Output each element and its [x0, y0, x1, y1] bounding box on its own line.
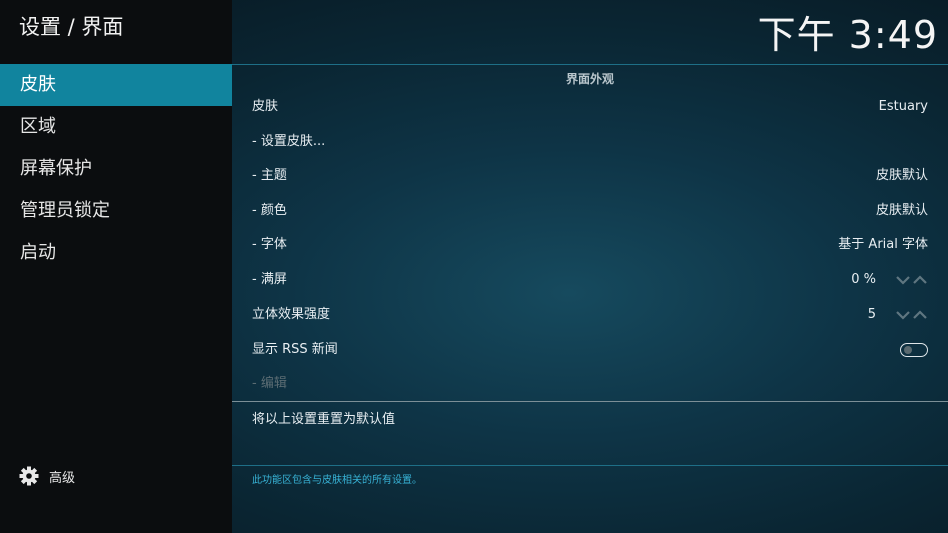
advanced-label: 高级 [49, 470, 76, 486]
chevron-down-up-icon[interactable] [896, 309, 928, 321]
setting-configure-skin[interactable]: - 设置皮肤... [252, 125, 928, 159]
setting-edit-rss: - 编辑 [252, 367, 928, 401]
sidebar: 设置 / 界面 皮肤 区域 屏幕保护 管理员锁定 启动 高级 [0, 0, 232, 533]
setting-value: 基于 Arial 字体 [838, 237, 928, 252]
sidebar-item-region[interactable]: 区域 [0, 106, 232, 148]
setting-description: 此功能区包含与皮肤相关的所有设置。 [252, 475, 422, 486]
gear-icon [19, 466, 39, 486]
setting-theme[interactable]: - 主题 皮肤默认 [252, 159, 928, 193]
setting-label: 皮肤 [252, 99, 279, 114]
toggle-knob [904, 346, 912, 354]
setting-font[interactable]: - 字体 基于 Arial 字体 [252, 228, 928, 262]
sidebar-item-screensaver[interactable]: 屏幕保护 [0, 148, 232, 190]
setting-value: 皮肤默认 [875, 203, 928, 218]
clock: 下午 3:49 [757, 13, 938, 57]
setting-colors[interactable]: - 颜色 皮肤默认 [252, 194, 928, 228]
setting-label: - 编辑 [252, 376, 287, 391]
setting-zoom[interactable]: - 满屏 0 % [252, 263, 928, 297]
footer-divider [232, 465, 948, 466]
setting-value: 皮肤默认 [875, 168, 928, 183]
setting-stereo-strength[interactable]: 立体效果强度 5 [252, 298, 928, 332]
setting-label: - 字体 [252, 237, 287, 252]
chevron-down-up-icon[interactable] [896, 274, 928, 286]
setting-value: 0 % [851, 272, 876, 287]
sidebar-item-master-lock[interactable]: 管理员锁定 [0, 190, 232, 232]
setting-label: - 设置皮肤... [252, 134, 326, 149]
reset-settings-button[interactable]: 将以上设置重置为默认值 [252, 403, 928, 437]
reset-divider [232, 401, 948, 402]
setting-label: 立体效果强度 [252, 307, 331, 322]
header-divider [232, 64, 948, 65]
setting-label: - 满屏 [252, 272, 287, 287]
sidebar-item-startup[interactable]: 启动 [0, 232, 232, 274]
advanced-button[interactable]: 高级 [19, 464, 75, 488]
setting-label: - 主题 [252, 168, 287, 183]
page-title: 设置 / 界面 [19, 15, 124, 39]
section-title: 界面外观 [565, 72, 614, 86]
setting-label: 显示 RSS 新闻 [252, 342, 338, 357]
reset-label: 将以上设置重置为默认值 [252, 412, 396, 427]
setting-value: Estuary [878, 99, 928, 114]
sidebar-item-skin[interactable]: 皮肤 [0, 64, 232, 106]
setting-show-rss[interactable]: 显示 RSS 新闻 [252, 333, 928, 367]
setting-label: - 颜色 [252, 203, 287, 218]
setting-skin[interactable]: 皮肤 Estuary [252, 90, 928, 124]
setting-value: 5 [867, 307, 876, 322]
rss-toggle[interactable] [900, 343, 928, 357]
